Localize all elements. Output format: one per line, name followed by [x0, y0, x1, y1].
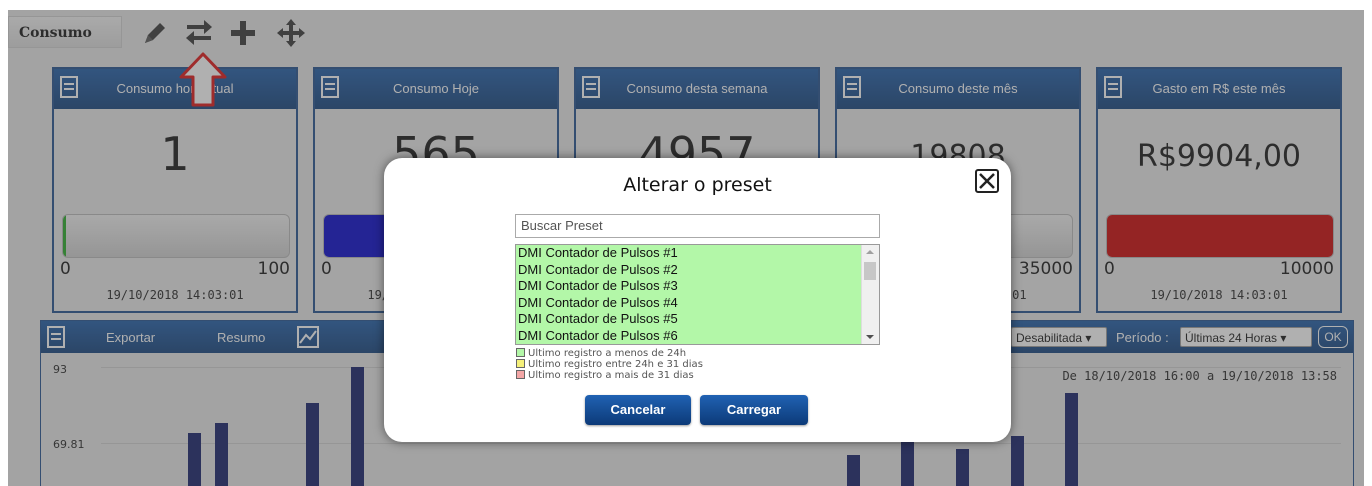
preset-item[interactable]: DMI Contador de Pulsos #6 [516, 327, 862, 344]
legend-swatch [516, 370, 525, 379]
legend-item: Ultimo registro entre 24h e 31 dias [516, 359, 703, 370]
legend-text: Ultimo registro a mais de 31 dias [528, 370, 694, 381]
scroll-thumb[interactable] [864, 262, 876, 280]
close-icon [979, 173, 995, 189]
preset-item[interactable]: DMI Contador de Pulsos #4 [516, 294, 862, 311]
preset-dialog: Alterar o preset Buscar Preset DMI Conta… [384, 158, 1011, 442]
cancel-button[interactable]: Cancelar [585, 395, 691, 425]
close-button[interactable] [975, 169, 999, 193]
preset-listbox[interactable]: DMI Contador de Pulsos #1 DMI Contador d… [515, 244, 880, 345]
legend-text: Ultimo registro a menos de 24h [528, 348, 687, 359]
legend-swatch [516, 348, 525, 357]
dashboard-page: Consumo Consumo hora atual 1 0 100 19/10… [8, 10, 1364, 486]
scroll-up-arrow-icon[interactable] [866, 250, 874, 254]
preset-item[interactable]: DMI Contador de Pulsos #1 [516, 245, 862, 262]
load-button[interactable]: Carregar [700, 395, 808, 425]
scroll-down-arrow-icon[interactable] [866, 335, 874, 339]
legend-text: Ultimo registro entre 24h e 31 dias [528, 359, 703, 370]
legend-swatch [516, 359, 525, 368]
preset-item[interactable]: DMI Contador de Pulsos #5 [516, 311, 862, 328]
legend-item: Ultimo registro a menos de 24h [516, 348, 686, 359]
listbox-scrollbar[interactable] [861, 245, 879, 344]
preset-search-input[interactable]: Buscar Preset [515, 214, 880, 238]
dialog-title: Alterar o preset [623, 174, 772, 196]
preset-item[interactable]: DMI Contador de Pulsos #3 [516, 278, 862, 295]
legend-item: Ultimo registro a mais de 31 dias [516, 370, 694, 381]
preset-item[interactable]: DMI Contador de Pulsos #2 [516, 261, 862, 278]
